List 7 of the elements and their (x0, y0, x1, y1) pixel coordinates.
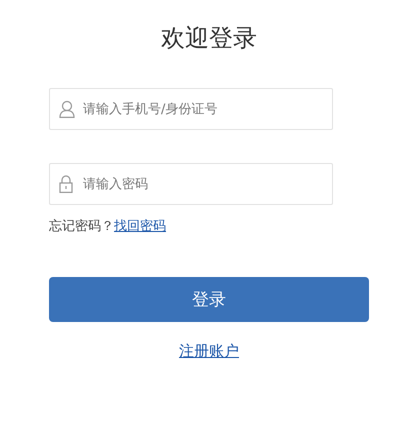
login-button[interactable]: 登录 (49, 277, 369, 322)
register-link[interactable]: 注册账户 (179, 342, 239, 360)
input-field[interactable]: 请输入手机号/身份证号 (49, 88, 333, 130)
input-field[interactable]: 请输入密码 (49, 163, 333, 205)
forgot-password-text: 忘记密码？ (49, 219, 114, 234)
recover-password-link[interactable]: 找回密码 (114, 219, 166, 234)
page-title: 欢迎登录 (160, 23, 258, 54)
